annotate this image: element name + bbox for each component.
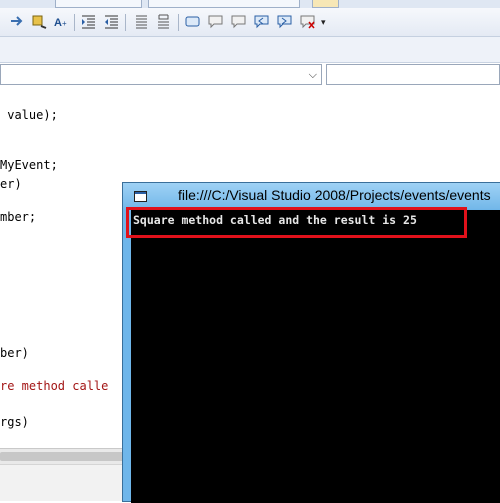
prev-bookmark-icon[interactable] [253, 13, 270, 30]
toolbar-separator [125, 14, 126, 31]
toolbar-separator [178, 14, 179, 31]
toolbar-overflow-icon[interactable]: ▾ [321, 18, 326, 28]
code-line-string: re method calle [0, 379, 109, 393]
text-editor-toolbar: A + ▾ [0, 8, 500, 37]
code-line: mber; [0, 210, 37, 224]
highlight-annotation [126, 207, 467, 238]
svg-text:A: A [54, 17, 62, 29]
console-app-icon[interactable] [134, 191, 147, 202]
toolbar-separator [74, 14, 75, 31]
document-tab[interactable] [312, 0, 339, 8]
font-size-icon[interactable]: A + [53, 13, 70, 30]
code-line: MyEvent; [0, 158, 58, 172]
member-dropdown[interactable] [326, 64, 500, 85]
bookmark-icon[interactable] [184, 13, 201, 30]
chevron-down-icon: ⌵ [308, 68, 317, 81]
next-bookmark-icon[interactable] [276, 13, 293, 30]
console-title: file:///C:/Visual Studio 2008/Projects/e… [178, 187, 491, 203]
outdent-icon[interactable] [103, 13, 120, 30]
code-line: value); [0, 108, 58, 122]
document-strip [0, 37, 500, 63]
console-titlebar[interactable]: file:///C:/Visual Studio 2008/Projects/e… [123, 183, 500, 209]
indent-icon[interactable] [80, 13, 97, 30]
svg-text:+: + [62, 19, 67, 28]
clear-bookmark-icon[interactable] [299, 13, 316, 30]
document-tab[interactable] [148, 0, 300, 8]
type-dropdown[interactable]: ⌵ [0, 64, 322, 85]
align-icon[interactable] [133, 13, 150, 30]
arrow-right-icon[interactable] [9, 13, 26, 30]
uncomment-icon[interactable] [230, 13, 247, 30]
code-line: ber) [0, 346, 29, 360]
code-line: er) [0, 177, 22, 191]
comment-icon[interactable] [207, 13, 224, 30]
code-line: rgs) [0, 415, 29, 429]
console-output-area[interactable]: Square method called and the result is 2… [131, 210, 500, 503]
format-icon[interactable] [155, 13, 172, 30]
watch-icon[interactable] [31, 13, 48, 30]
document-tab[interactable] [55, 0, 142, 8]
